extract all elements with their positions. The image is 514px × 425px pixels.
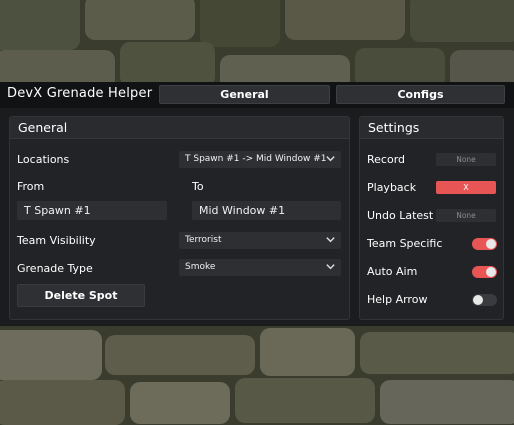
- chevron-down-icon: [326, 264, 335, 270]
- to-input[interactable]: Mid Window #1: [192, 201, 341, 220]
- app-title: DevX Grenade Helper: [7, 86, 153, 101]
- team-visibility-select-value: Terrorist: [185, 235, 222, 245]
- general-panel-title: General: [18, 120, 68, 135]
- undo-latest-keybind[interactable]: None: [436, 209, 496, 222]
- help-arrow-toggle[interactable]: [472, 294, 497, 306]
- locations-label: Locations: [17, 153, 70, 166]
- from-input[interactable]: T Spawn #1: [17, 201, 167, 220]
- chevron-down-icon: [326, 237, 335, 243]
- tab-general[interactable]: General: [159, 85, 330, 104]
- help-arrow-label: Help Arrow: [367, 293, 428, 306]
- settings-panel-header: Settings: [360, 117, 503, 139]
- grenade-type-label: Grenade Type: [17, 262, 93, 275]
- playback-keybind[interactable]: X: [436, 181, 496, 194]
- general-panel-header: General: [10, 117, 349, 139]
- undo-latest-label: Undo Latest: [367, 209, 434, 222]
- team-specific-label: Team Specific: [367, 237, 443, 250]
- team-specific-toggle[interactable]: [472, 238, 497, 250]
- toggle-knob: [486, 267, 496, 277]
- playback-label: Playback: [367, 181, 417, 194]
- grenade-type-select[interactable]: Smoke: [179, 259, 341, 276]
- record-keybind[interactable]: None: [436, 153, 496, 166]
- locations-select[interactable]: T Spawn #1 -> Mid Window #1: [179, 151, 341, 168]
- chevron-down-icon: [326, 156, 335, 162]
- team-visibility-select[interactable]: Terrorist: [179, 232, 341, 249]
- delete-spot-button[interactable]: Delete Spot: [17, 284, 145, 307]
- locations-select-value: T Spawn #1 -> Mid Window #1: [185, 154, 327, 164]
- settings-panel-title: Settings: [368, 120, 420, 135]
- grenade-type-select-value: Smoke: [185, 262, 216, 272]
- auto-aim-toggle[interactable]: [472, 266, 497, 278]
- record-label: Record: [367, 153, 406, 166]
- team-visibility-label: Team Visibility: [17, 234, 96, 247]
- auto-aim-label: Auto Aim: [367, 265, 418, 278]
- toggle-knob: [486, 239, 496, 249]
- from-label: From: [17, 180, 45, 193]
- to-label: To: [192, 180, 204, 193]
- tab-configs[interactable]: Configs: [336, 85, 505, 104]
- toggle-knob: [473, 295, 483, 305]
